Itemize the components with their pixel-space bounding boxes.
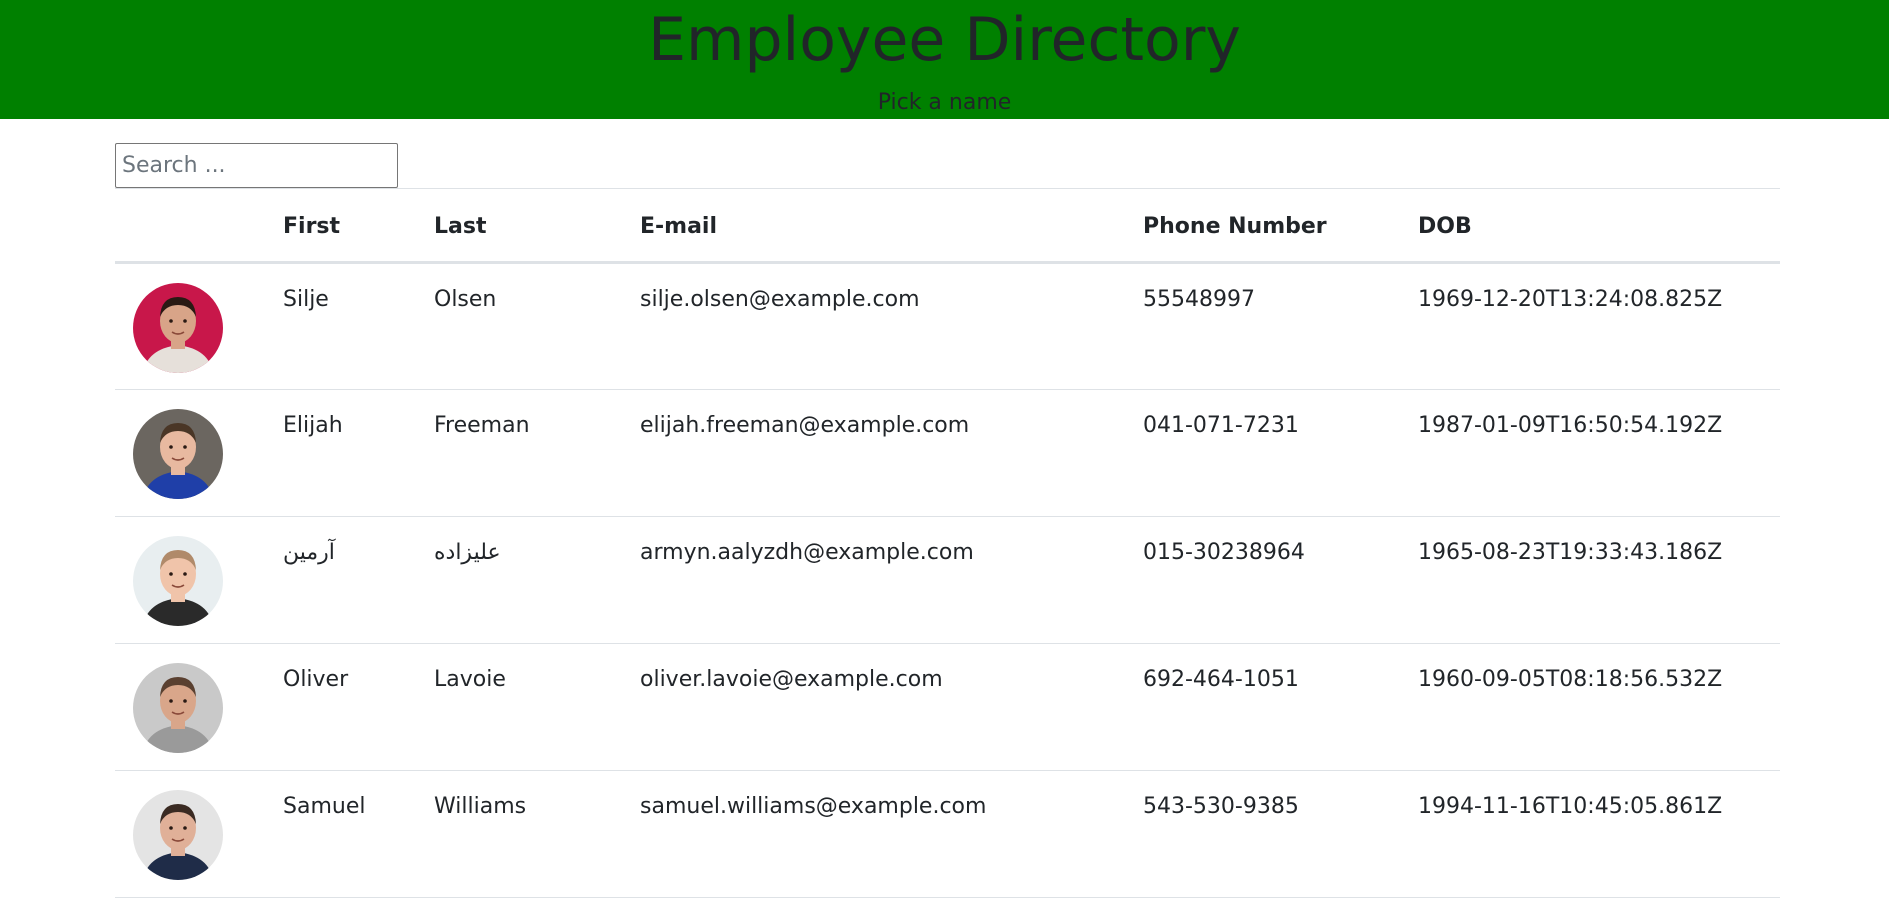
avatar <box>133 409 223 499</box>
dob-cell: 1960-09-05T08:18:56.532Z <box>1418 667 1723 692</box>
phone-cell: 015-30238964 <box>1143 540 1305 565</box>
column-header-email[interactable]: E-mail <box>640 189 1143 263</box>
table-header-row: First Last E-mail Phone Number DOB <box>115 188 1780 263</box>
first-name-cell: Oliver <box>283 667 349 692</box>
phone-cell: 55548997 <box>1143 287 1255 312</box>
avatar-cell <box>115 644 283 771</box>
column-header-dob[interactable]: DOB <box>1418 189 1780 263</box>
column-header-last[interactable]: Last <box>434 189 640 263</box>
email-cell: silje.olsen@example.com <box>640 287 920 312</box>
dob-cell: 1965-08-23T19:33:43.186Z <box>1418 540 1723 565</box>
last-name-cell: Olsen <box>434 287 497 312</box>
last-name-cell: Lavoie <box>434 667 506 692</box>
avatar-cell <box>115 771 283 898</box>
table-row: آرمین علیزاده armyn.aalyzdh@example.com 015… <box>115 517 1780 644</box>
column-header-image <box>115 189 283 263</box>
employee-table: First Last E-mail Phone Number DOB Silje… <box>115 188 1780 898</box>
dob-cell: 1994-11-16T10:45:05.861Z <box>1418 794 1723 819</box>
first-name-cell: Silje <box>283 287 329 312</box>
phone-cell: 692-464-1051 <box>1143 667 1299 692</box>
last-name-cell: Freeman <box>434 413 530 438</box>
column-header-phone[interactable]: Phone Number <box>1143 189 1418 263</box>
search-input[interactable] <box>115 143 398 188</box>
phone-cell: 041-071-7231 <box>1143 413 1299 438</box>
avatar <box>133 790 223 880</box>
last-name-cell: Williams <box>434 794 527 819</box>
first-name-cell: Samuel <box>283 794 366 819</box>
table-row: Elijah Freeman elijah.freeman@example.com 0… <box>115 390 1780 517</box>
email-cell: oliver.lavoie@example.com <box>640 667 943 692</box>
dob-cell: 1969-12-20T13:24:08.825Z <box>1418 287 1723 312</box>
table-row: Samuel Williams samuel.williams@example.co… <box>115 771 1780 898</box>
avatar <box>133 663 223 753</box>
phone-cell: 543-530-9385 <box>1143 794 1299 819</box>
avatar <box>133 283 223 373</box>
first-name-cell: آرمین <box>283 540 335 565</box>
email-cell: armyn.aalyzdh@example.com <box>640 540 974 565</box>
table-row: Silje Olsen silje.olsen@example.com 5554899… <box>115 263 1780 390</box>
avatar-cell <box>115 263 283 390</box>
table-body: Silje Olsen silje.olsen@example.com 5554899… <box>115 263 1780 898</box>
email-cell: samuel.williams@example.com <box>640 794 987 819</box>
avatar <box>133 536 223 626</box>
avatar-cell <box>115 517 283 644</box>
page-title: Employee Directory <box>648 5 1241 75</box>
column-header-first[interactable]: First <box>283 189 434 263</box>
email-cell: elijah.freeman@example.com <box>640 413 970 438</box>
search-container <box>115 143 398 188</box>
table-row: Oliver Lavoie oliver.lavoie@example.com 692… <box>115 644 1780 771</box>
first-name-cell: Elijah <box>283 413 343 438</box>
page-header: Employee Directory Pick a name <box>0 0 1889 119</box>
page-subtitle: Pick a name <box>877 90 1012 115</box>
table-header: First Last E-mail Phone Number DOB <box>115 188 1780 263</box>
dob-cell: 1987-01-09T16:50:54.192Z <box>1418 413 1723 438</box>
last-name-cell: علیزاده <box>434 540 501 565</box>
avatar-cell <box>115 390 283 517</box>
